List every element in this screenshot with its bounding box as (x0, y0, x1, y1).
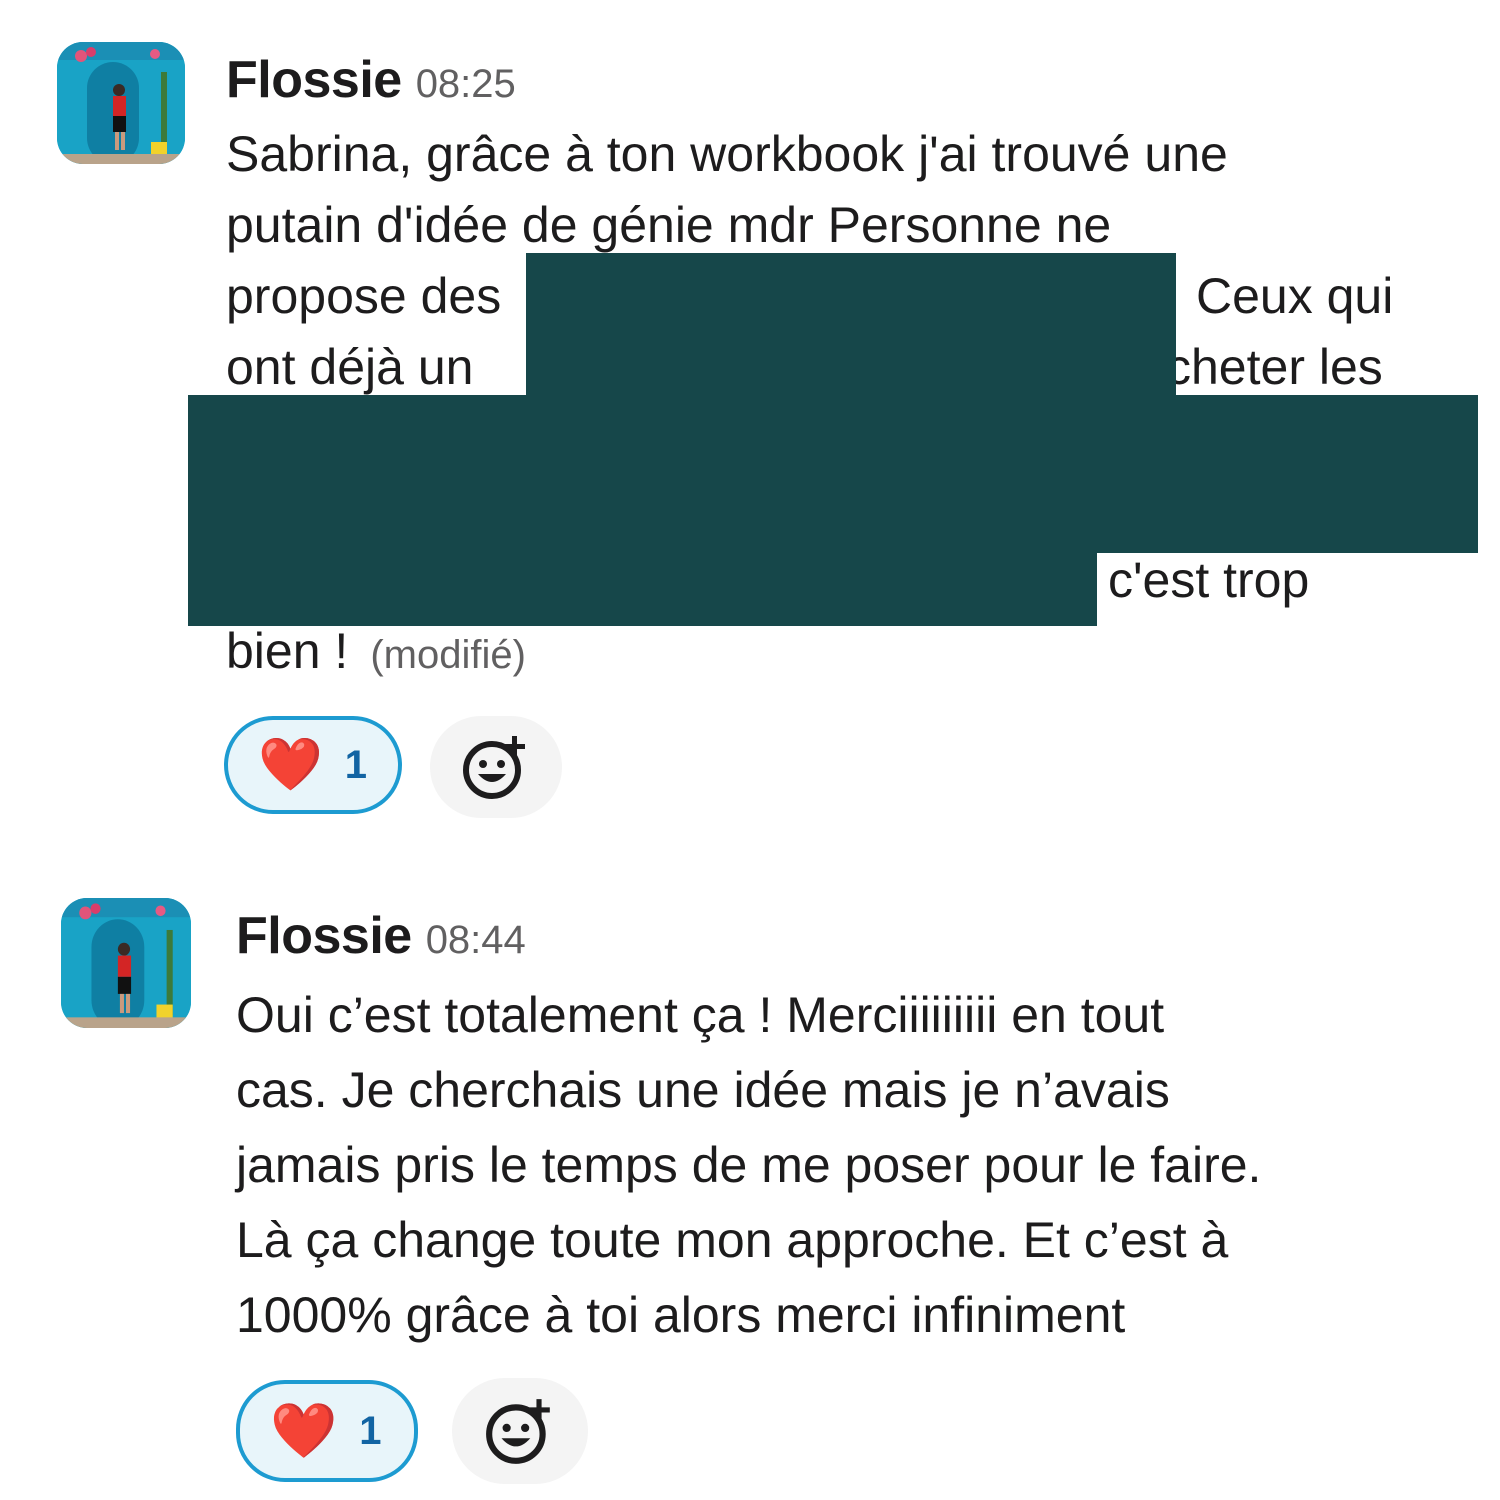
avatar-photo-icon (57, 42, 185, 164)
message-line: bien ! (226, 623, 349, 679)
author-name[interactable]: Flossie (236, 907, 412, 965)
message-header: Flossie 08:44 (236, 910, 526, 962)
redaction-block (188, 395, 1478, 553)
message-timestamp[interactable]: 08:44 (426, 918, 526, 962)
message-line: Là ça change toute mon approche. Et c’es… (236, 1212, 1229, 1268)
message-line: ont déjà un (226, 339, 474, 395)
message-line: cheter les (1166, 339, 1383, 395)
message-line: Oui c’est totalement ça ! Merciiiiiiiii … (236, 987, 1165, 1043)
edited-label: (modifié) (370, 633, 526, 677)
redaction-block (188, 553, 1097, 626)
message-line: putain d'idée de génie mdr Personne ne (226, 197, 1112, 253)
add-reaction-button[interactable] (430, 716, 562, 818)
message-line: Sabrina, grâce à ton workbook j'ai trouv… (226, 126, 1228, 182)
redaction-block (526, 253, 1176, 395)
user-avatar[interactable] (61, 898, 191, 1028)
message-line: Ceux qui (1196, 268, 1394, 324)
reaction-count: 1 (359, 1408, 382, 1453)
reaction-count: 1 (344, 742, 367, 787)
add-reaction-icon (463, 736, 525, 799)
user-avatar[interactable] (57, 42, 185, 164)
message-line: cas. Je cherchais une idée mais je n’ava… (236, 1062, 1170, 1118)
message-header: Flossie 08:25 (226, 54, 516, 106)
heart-reaction-button[interactable]: ❤️ 1 (224, 716, 402, 814)
message-line: propose des (226, 268, 502, 324)
add-reaction-icon (486, 1399, 550, 1464)
add-reaction-button[interactable] (452, 1378, 588, 1484)
slack-conversation: Flossie 08:25 Sabrina, grâce à ton workbo… (0, 0, 1500, 1500)
author-name[interactable]: Flossie (226, 51, 402, 109)
avatar-photo-icon (61, 898, 191, 1028)
heart-emoji-icon: ❤️ (270, 1401, 338, 1461)
heart-reaction-button[interactable]: ❤️ 1 (236, 1380, 418, 1482)
message-line: c'est trop (1108, 552, 1310, 608)
message-line-last: bien ! (modifié) (226, 616, 526, 691)
heart-emoji-icon: ❤️ (258, 736, 323, 794)
message-line: jamais pris le temps de me poser pour le… (236, 1137, 1262, 1193)
message-timestamp[interactable]: 08:25 (416, 62, 516, 106)
message-line: 1000% grâce à toi alors merci infiniment (236, 1287, 1126, 1343)
